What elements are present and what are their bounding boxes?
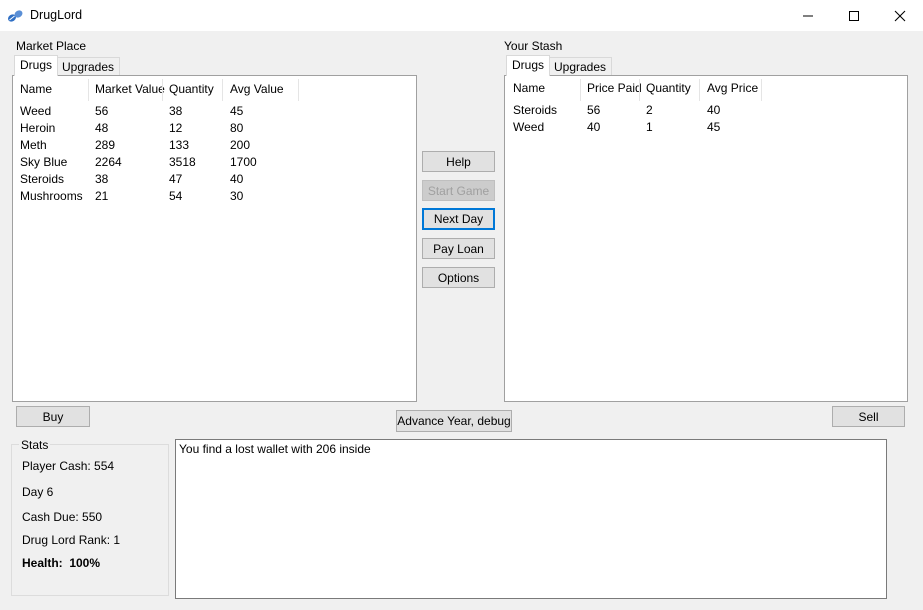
market-cell-value: 21 — [95, 189, 109, 203]
stash-col-quantity[interactable]: Quantity — [646, 81, 691, 99]
cash-due-label: Cash Due: 550 — [22, 510, 103, 524]
stash-cell-price-paid: 56 — [587, 103, 601, 117]
stash-cell-avg-price: 45 — [707, 120, 721, 134]
help-button[interactable]: Help — [422, 151, 495, 172]
pay-loan-button[interactable]: Pay Loan — [422, 238, 495, 259]
market-cell-name: Steroids — [20, 172, 65, 186]
market-col-value[interactable]: Market Value — [95, 82, 165, 100]
market-cell-avg: 80 — [230, 121, 244, 135]
stash-cell-name: Weed — [513, 120, 545, 134]
market-cell-avg: 45 — [230, 104, 244, 118]
market-cell-value: 289 — [95, 138, 116, 152]
buy-button[interactable]: Buy — [16, 406, 90, 427]
stash-col-name[interactable]: Name — [513, 81, 545, 99]
column-divider[interactable] — [298, 79, 299, 101]
maximize-icon[interactable] — [831, 0, 877, 31]
tab-stash-upgrades[interactable]: Upgrades — [548, 57, 613, 76]
column-divider[interactable] — [222, 79, 223, 101]
market-cell-avg: 1700 — [230, 155, 257, 169]
market-cell-name: Sky Blue — [20, 155, 68, 169]
close-icon[interactable] — [877, 0, 923, 31]
sell-button[interactable]: Sell — [832, 406, 905, 427]
market-cell-value: 38 — [95, 172, 109, 186]
tab-market-drugs[interactable]: Drugs — [14, 55, 59, 76]
pills-icon — [8, 10, 23, 22]
day-label: Day 6 — [22, 485, 54, 499]
stash-col-avg-price[interactable]: Avg Price — [707, 81, 758, 99]
window-title: DrugLord — [30, 8, 83, 22]
market-col-quantity[interactable]: Quantity — [169, 82, 214, 100]
next-day-button[interactable]: Next Day — [422, 208, 495, 230]
health-label: Health: 100% — [22, 556, 101, 570]
market-col-name[interactable]: Name — [20, 82, 52, 100]
stash-list[interactable]: Name Price Paid Quantity Avg Price Stero… — [504, 75, 908, 402]
market-cell-value: 56 — [95, 104, 109, 118]
rank-label: Drug Lord Rank: 1 — [22, 533, 121, 547]
market-cell-value: 2264 — [95, 155, 122, 169]
stash-cell-avg-price: 40 — [707, 103, 721, 117]
advance-year-button[interactable]: Advance Year, debug — [396, 410, 512, 432]
event-log-text: You find a lost wallet with 206 inside — [179, 442, 371, 456]
market-cell-quantity: 133 — [169, 138, 190, 152]
tab-stash-drugs[interactable]: Drugs — [506, 55, 551, 76]
market-cell-quantity: 47 — [169, 172, 183, 186]
market-cell-avg: 40 — [230, 172, 244, 186]
market-cell-name: Weed — [20, 104, 52, 118]
stash-cell-price-paid: 40 — [587, 120, 601, 134]
tab-market-upgrades[interactable]: Upgrades — [56, 57, 121, 76]
market-col-avg[interactable]: Avg Value — [230, 82, 284, 100]
your-stash-label: Your Stash — [504, 39, 563, 53]
column-divider[interactable] — [639, 79, 640, 101]
options-button[interactable]: Options — [422, 267, 495, 288]
column-divider[interactable] — [162, 79, 163, 101]
stash-cell-name: Steroids — [513, 103, 558, 117]
stash-cell-quantity: 2 — [646, 103, 653, 117]
stash-col-price-paid[interactable]: Price Paid — [587, 81, 642, 99]
start-game-button[interactable]: Start Game — [422, 180, 495, 201]
market-cell-value: 48 — [95, 121, 109, 135]
market-cell-quantity: 38 — [169, 104, 183, 118]
stash-cell-quantity: 1 — [646, 120, 653, 134]
market-cell-name: Heroin — [20, 121, 56, 135]
column-divider[interactable] — [761, 79, 762, 101]
market-cell-avg: 200 — [230, 138, 251, 152]
stats-title: Stats — [19, 438, 51, 452]
market-cell-quantity: 12 — [169, 121, 183, 135]
market-cell-quantity: 3518 — [169, 155, 196, 169]
column-divider[interactable] — [699, 79, 700, 101]
market-place-label: Market Place — [16, 39, 87, 53]
market-cell-avg: 30 — [230, 189, 244, 203]
market-cell-quantity: 54 — [169, 189, 183, 203]
event-log[interactable]: You find a lost wallet with 206 inside — [175, 439, 887, 599]
minimize-icon[interactable] — [785, 0, 831, 31]
column-divider[interactable] — [580, 79, 581, 101]
column-divider[interactable] — [88, 79, 89, 101]
market-list[interactable]: Name Market Value Quantity Avg Value Wee… — [12, 75, 417, 402]
market-cell-name: Meth — [20, 138, 47, 152]
market-cell-name: Mushrooms — [20, 189, 83, 203]
player-cash-label: Player Cash: 554 — [22, 459, 115, 473]
